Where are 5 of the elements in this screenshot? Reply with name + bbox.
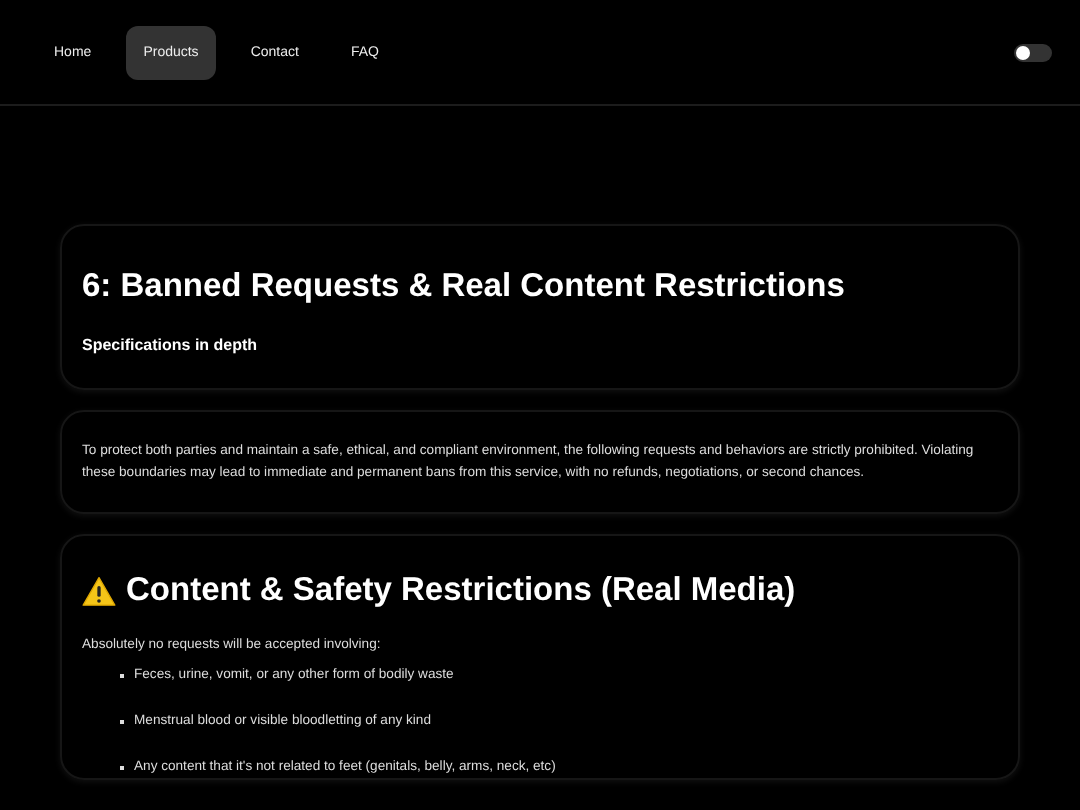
warning-icon [82, 575, 116, 605]
theme-toggle[interactable] [1014, 43, 1052, 61]
section-title: Content & Safety Restrictions (Real Media) [126, 570, 796, 612]
subtitle: Specifications in depth [82, 336, 260, 354]
page-title: 6: Banned Requests & Real Content Restrictions [82, 266, 847, 308]
